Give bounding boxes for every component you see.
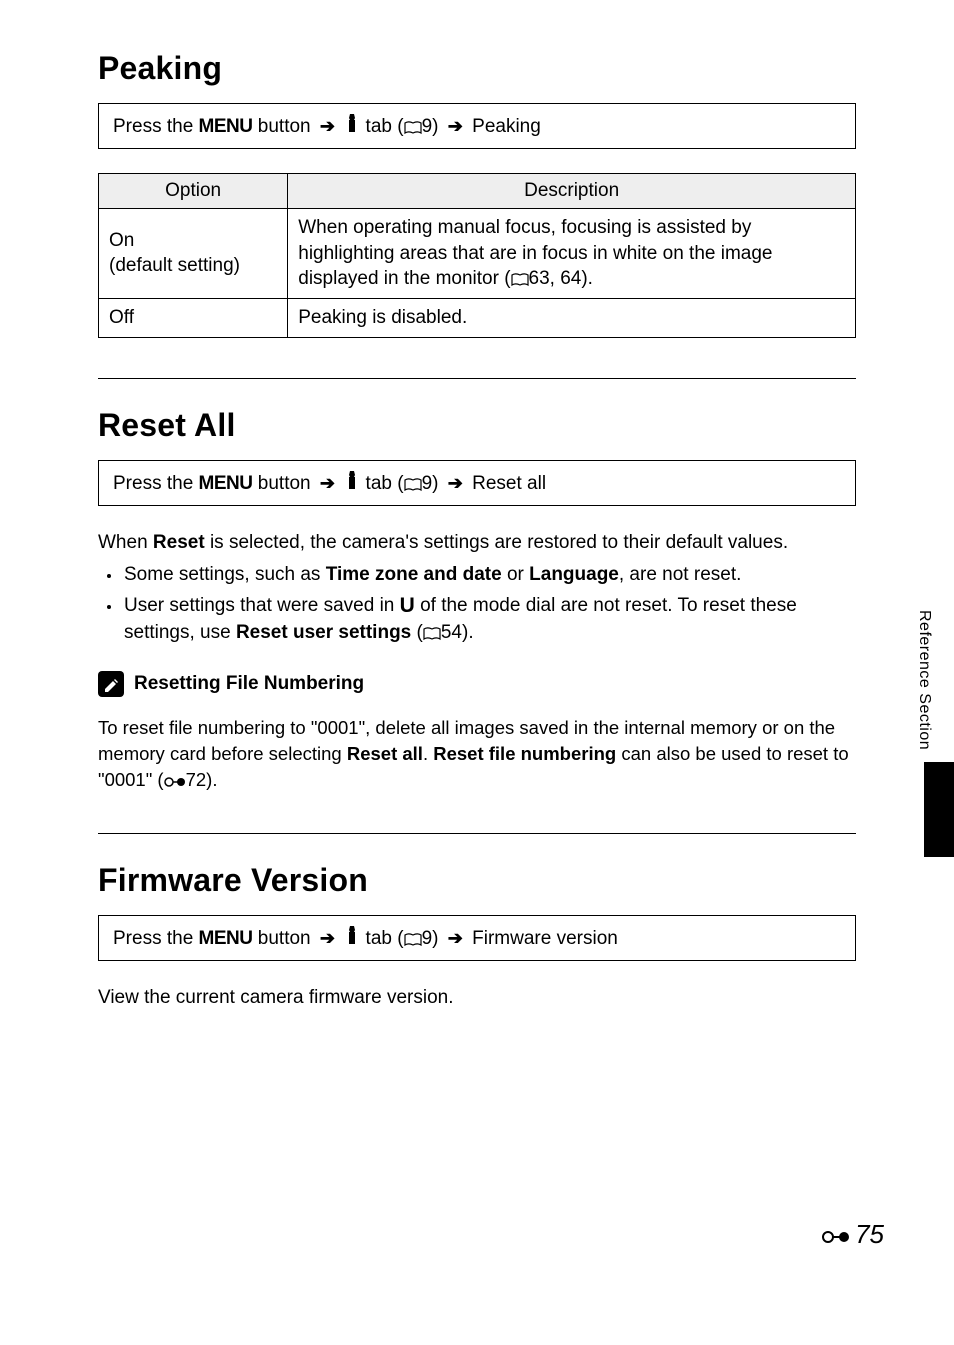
table-header-row: Option Description bbox=[99, 174, 856, 209]
text: When bbox=[98, 532, 153, 553]
text: 72). bbox=[186, 769, 218, 790]
menu-glyph: MENU bbox=[199, 928, 253, 949]
instruction-peaking: Press the MENU button ➔ tab ( 9) ➔ Peakin… bbox=[98, 103, 856, 149]
link-ref-icon bbox=[164, 769, 186, 790]
desc-cell: Peaking is disabled. bbox=[288, 298, 856, 337]
list-item: User settings that were saved in U of th… bbox=[122, 591, 856, 647]
text: or bbox=[502, 564, 529, 585]
firmware-body: View the current camera firmware version… bbox=[98, 985, 856, 1012]
col-description: Description bbox=[288, 174, 856, 209]
text: Press the bbox=[113, 116, 193, 137]
arrow-icon: ➔ bbox=[444, 928, 467, 948]
reset-bullet-list: Some settings, such as Time zone and dat… bbox=[98, 562, 856, 647]
heading-peaking: Peaking bbox=[98, 50, 856, 87]
note-heading: Resetting File Numbering bbox=[98, 671, 856, 697]
table-row: Off Peaking is disabled. bbox=[99, 298, 856, 337]
text-bold: Language bbox=[529, 564, 619, 585]
link-ref-icon bbox=[821, 1219, 851, 1250]
page-number-value: 75 bbox=[855, 1219, 884, 1250]
arrow-icon: ➔ bbox=[444, 116, 467, 136]
text-bold: Reset bbox=[153, 532, 205, 553]
text: Press the bbox=[113, 928, 193, 949]
col-option: Option bbox=[99, 174, 288, 209]
option-cell: On (default setting) bbox=[99, 209, 288, 299]
text: button bbox=[258, 473, 311, 494]
pencil-icon bbox=[98, 671, 124, 697]
book-icon bbox=[511, 268, 529, 289]
text-bold: Reset user settings bbox=[236, 622, 411, 643]
text-bold: Time zone and date bbox=[326, 564, 502, 585]
note-body: To reset file numbering to "0001", delet… bbox=[98, 715, 856, 793]
text: ( bbox=[411, 622, 423, 643]
text: Peaking bbox=[472, 116, 541, 137]
heading-firmware: Firmware Version bbox=[98, 862, 856, 899]
text: Firmware version bbox=[472, 928, 618, 949]
menu-glyph: MENU bbox=[199, 473, 253, 494]
text: . bbox=[423, 743, 433, 764]
text: (default setting) bbox=[109, 255, 240, 276]
text: tab ( bbox=[366, 116, 404, 137]
book-icon bbox=[404, 473, 422, 494]
text: Some settings, such as bbox=[124, 564, 326, 585]
note-title-text: Resetting File Numbering bbox=[134, 673, 364, 695]
text: 54). bbox=[441, 622, 474, 643]
arrow-icon: ➔ bbox=[316, 473, 339, 493]
text: 9) bbox=[422, 473, 439, 494]
thumb-tab bbox=[924, 762, 954, 857]
heading-reset-all: Reset All bbox=[98, 407, 856, 444]
text: button bbox=[258, 928, 311, 949]
reset-body: When Reset is selected, the camera's set… bbox=[98, 530, 856, 557]
arrow-icon: ➔ bbox=[316, 116, 339, 136]
text: , are not reset. bbox=[619, 564, 742, 585]
text: is selected, the camera's settings are r… bbox=[205, 532, 788, 553]
book-icon bbox=[404, 928, 422, 949]
book-icon bbox=[404, 116, 422, 137]
text: 9) bbox=[422, 928, 439, 949]
arrow-icon: ➔ bbox=[444, 473, 467, 493]
text: tab ( bbox=[366, 473, 404, 494]
text-bold: Reset file numbering bbox=[433, 743, 616, 764]
page-number: 75 bbox=[821, 1219, 884, 1250]
text: Press the bbox=[113, 473, 193, 494]
text: 9) bbox=[422, 116, 439, 137]
list-item: Some settings, such as Time zone and dat… bbox=[122, 562, 856, 589]
side-label: Reference Section bbox=[915, 610, 933, 750]
u-mode-glyph: U bbox=[400, 591, 415, 620]
wrench-icon bbox=[344, 473, 365, 494]
arrow-icon: ➔ bbox=[316, 928, 339, 948]
instruction-firmware: Press the MENU button ➔ tab ( 9) ➔ Firmwa… bbox=[98, 915, 856, 961]
book-icon bbox=[423, 622, 441, 643]
text: On bbox=[109, 230, 134, 251]
text: tab ( bbox=[366, 928, 404, 949]
option-cell: Off bbox=[99, 298, 288, 337]
table-row: On (default setting) When operating manu… bbox=[99, 209, 856, 299]
instruction-reset-all: Press the MENU button ➔ tab ( 9) ➔ Reset … bbox=[98, 460, 856, 506]
menu-glyph: MENU bbox=[199, 116, 253, 137]
wrench-icon bbox=[344, 928, 365, 949]
section-divider bbox=[98, 378, 856, 379]
text: User settings that were saved in bbox=[124, 595, 400, 616]
wrench-icon bbox=[344, 116, 365, 137]
text: button bbox=[258, 116, 311, 137]
text-bold: Reset all bbox=[347, 743, 423, 764]
peaking-options-table: Option Description On (default setting) … bbox=[98, 173, 856, 338]
desc-cell: When operating manual focus, focusing is… bbox=[288, 209, 856, 299]
text: Reset all bbox=[472, 473, 546, 494]
section-divider bbox=[98, 833, 856, 834]
text: 63, 64). bbox=[529, 268, 593, 289]
side-tab: Reference Section bbox=[894, 610, 954, 857]
